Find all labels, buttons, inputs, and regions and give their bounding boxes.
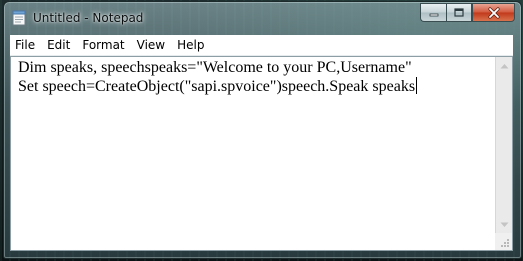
menu-format[interactable]: Format	[76, 35, 130, 55]
maximize-button[interactable]	[446, 3, 472, 22]
resize-grip-icon	[501, 239, 509, 247]
text-caret	[416, 77, 418, 94]
minimize-button[interactable]	[420, 3, 446, 22]
notepad-icon[interactable]	[12, 10, 26, 26]
editor-text-area[interactable]: Dim speaks, speechspeaks="Welcome to you…	[18, 59, 492, 250]
scroll-up-button[interactable]	[496, 57, 512, 74]
menu-edit[interactable]: Edit	[41, 35, 76, 55]
editor-line: Set speech=CreateObject("sapi.spvoice")s…	[18, 78, 416, 95]
notepad-window: Untitled - Notepad File Edit Format View…	[3, 1, 522, 259]
text-editor[interactable]: Dim speaks, speechspeaks="Welcome to you…	[10, 56, 513, 251]
scroll-up-arrow-icon	[500, 63, 508, 68]
scroll-down-button[interactable]	[496, 216, 512, 233]
editor-line: Dim speaks, speechspeaks="Welcome to you…	[18, 59, 412, 76]
caption-buttons	[420, 3, 515, 22]
menu-bar: File Edit Format View Help	[10, 35, 513, 56]
title-bar[interactable]: Untitled - Notepad	[4, 2, 521, 34]
scroll-down-arrow-icon	[500, 222, 508, 227]
close-icon	[487, 6, 500, 19]
window-title: Untitled - Notepad	[33, 11, 144, 25]
close-button[interactable]	[472, 3, 515, 22]
editor-line-with-caret: Set speech=CreateObject("sapi.spvoice")s…	[18, 77, 492, 96]
minimize-icon	[429, 13, 438, 16]
resize-grip[interactable]	[495, 233, 512, 250]
maximize-icon	[454, 7, 464, 17]
menu-view[interactable]: View	[131, 35, 171, 55]
menu-help[interactable]: Help	[171, 35, 210, 55]
vertical-scrollbar[interactable]	[495, 57, 512, 233]
menu-file[interactable]: File	[10, 35, 41, 55]
